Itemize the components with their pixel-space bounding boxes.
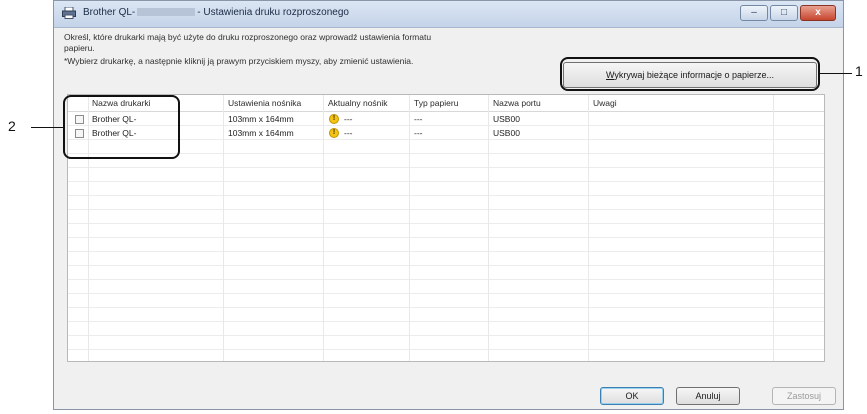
cancel-button[interactable]: Anuluj xyxy=(676,387,740,405)
description-line-2: papieru. xyxy=(64,43,95,53)
description-line-1: Określ, które drukarki mają być użyte do… xyxy=(64,32,432,42)
window-title-suffix: - Ustawienia druku rozproszonego xyxy=(197,7,349,18)
column-header-port-name[interactable]: Nazwa portu xyxy=(493,98,541,108)
current-media: --- xyxy=(344,114,353,124)
minimize-button[interactable]: – xyxy=(740,5,768,21)
callout-line-2 xyxy=(31,127,63,128)
window-title: Brother QL- - Ustawienia druku rozproszon… xyxy=(83,7,349,18)
callout-label-2: 2 xyxy=(8,118,16,134)
port-name: USB00 xyxy=(493,128,520,138)
column-header-media-settings[interactable]: Ustawienia nośnika xyxy=(228,98,301,108)
printer-icon xyxy=(62,7,76,19)
redacted-model xyxy=(137,8,196,17)
media-setting: 103mm x 164mm xyxy=(228,114,294,124)
window-title-prefix: Brother QL- xyxy=(83,7,136,18)
current-media: --- xyxy=(344,128,353,138)
media-setting: 103mm x 164mm xyxy=(228,128,294,138)
callout-line-1 xyxy=(820,73,852,74)
description-line-3: *Wybierz drukarkę, a następnie kliknij j… xyxy=(64,56,414,66)
port-name: USB00 xyxy=(493,114,520,124)
maximize-button[interactable]: □ xyxy=(770,5,798,21)
paper-type: --- xyxy=(414,128,423,138)
ok-button[interactable]: OK xyxy=(600,387,664,405)
apply-button[interactable]: Zastosuj xyxy=(772,387,836,405)
column-header-paper-type[interactable]: Typ papieru xyxy=(414,98,458,108)
close-button[interactable]: x xyxy=(800,5,836,21)
warning-icon: ! xyxy=(329,114,339,124)
title-bar: Brother QL- - Ustawienia druku rozproszon… xyxy=(54,1,843,28)
paper-type: --- xyxy=(414,114,423,124)
column-header-current-media[interactable]: Aktualny nośnik xyxy=(328,98,388,108)
printer-list[interactable]: Nazwa drukarki Ustawienia nośnika Aktual… xyxy=(67,94,825,362)
callout-label-1: 1 xyxy=(855,63,863,79)
warning-icon: ! xyxy=(329,128,339,138)
column-header-notes[interactable]: Uwagi xyxy=(593,98,617,108)
callout-box-1 xyxy=(560,57,820,91)
callout-box-2 xyxy=(63,95,180,159)
